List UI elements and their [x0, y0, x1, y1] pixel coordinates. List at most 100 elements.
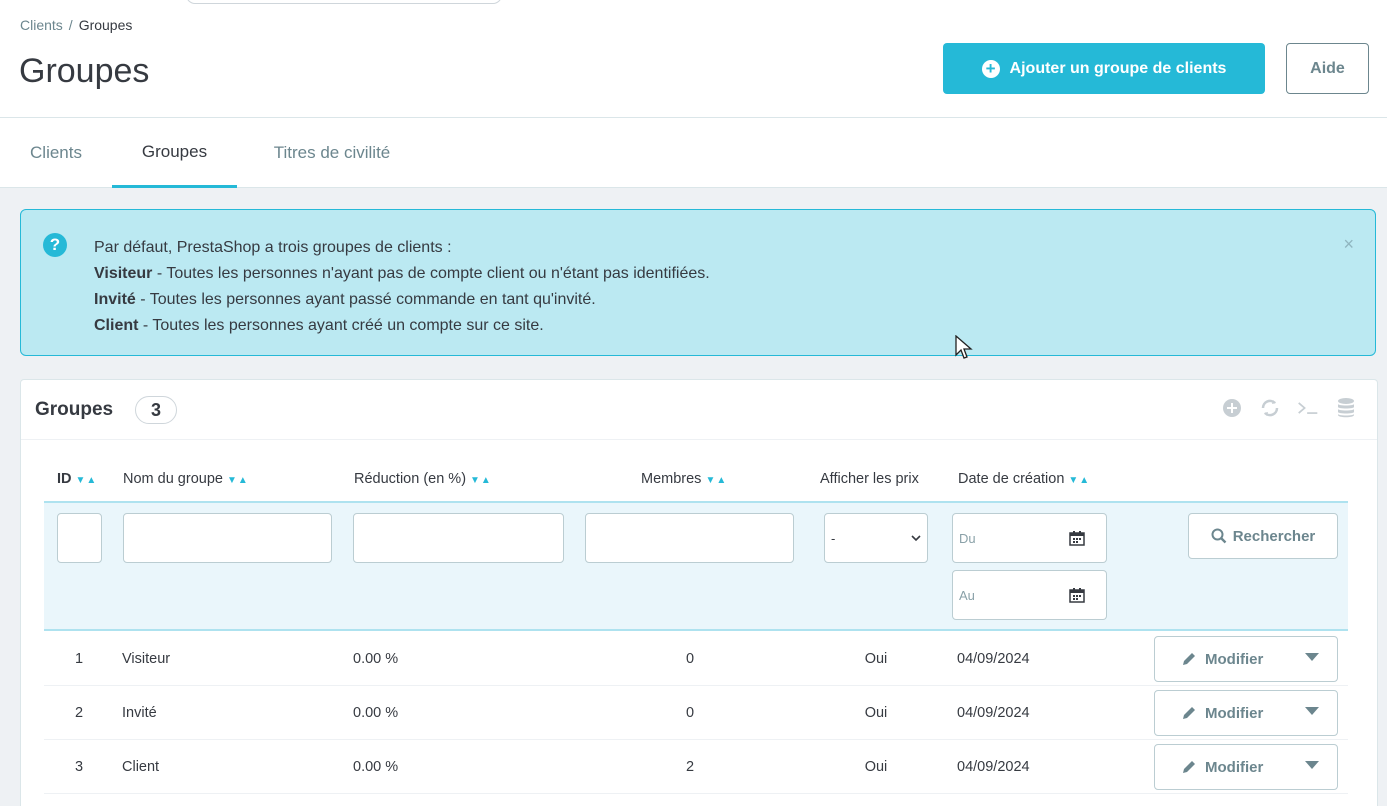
sort-icon[interactable]: ▼▲	[705, 475, 727, 486]
column-header-name: Nom du groupe ▼▲	[123, 471, 249, 487]
alert-text: - Toutes les personnes n'ayant pas de co…	[152, 265, 710, 282]
cell-id: 2	[75, 705, 84, 721]
panel-title: Groupes	[35, 399, 114, 420]
add-circle-icon[interactable]	[1221, 397, 1243, 419]
alert-term: Client	[94, 317, 139, 334]
sort-icon[interactable]: ▼▲	[227, 475, 249, 486]
calendar-icon[interactable]	[1047, 570, 1107, 620]
alert-intro: Par défaut, PrestaShop a trois groupes d…	[94, 239, 452, 256]
question-circle-icon: ?	[43, 233, 67, 257]
edit-label: Modifier	[1205, 650, 1264, 668]
alert-term: Visiteur	[94, 265, 153, 282]
cell-name: Visiteur	[122, 651, 171, 667]
cell-name: Client	[122, 759, 160, 775]
alert-term: Invité	[94, 291, 136, 308]
search-icon	[1211, 528, 1227, 544]
group-count-badge: 3	[135, 396, 177, 424]
cell-show-prices: Oui	[864, 705, 888, 721]
tabs-bar: Clients Groupes Titres de civilité	[0, 118, 1387, 188]
cell-id: 1	[75, 651, 84, 667]
alert-line-customer: Client - Toutes les personnes ayant créé…	[94, 313, 710, 339]
filter-date-from-input[interactable]: Du	[952, 513, 1048, 563]
pencil-icon	[1183, 707, 1195, 719]
alert-line-visitor: Visiteur - Toutes les personnes n'ayant …	[94, 261, 710, 287]
edit-button[interactable]: Modifier	[1154, 744, 1338, 790]
edit-label: Modifier	[1205, 758, 1264, 776]
caret-down-icon[interactable]	[1305, 761, 1319, 769]
column-header-members: Membres ▼▲	[641, 471, 727, 487]
edit-label: Modifier	[1205, 704, 1264, 722]
filter-name-input[interactable]	[123, 513, 332, 563]
sort-icon[interactable]: ▼▲	[470, 475, 492, 486]
breadcrumb-current: Groupes	[78, 17, 133, 33]
sort-icon[interactable]: ▼▲	[1068, 475, 1090, 486]
filter-members-input[interactable]	[585, 513, 794, 563]
table-row: 3 Client 0.00 % 2 Oui 04/09/2024 Modifie…	[44, 740, 1348, 794]
cell-date: 04/09/2024	[957, 651, 1030, 667]
info-alert: ? × Par défaut, PrestaShop a trois group…	[20, 209, 1376, 356]
pencil-icon	[1183, 761, 1195, 773]
close-icon[interactable]: ×	[1343, 234, 1354, 255]
refresh-icon[interactable]	[1259, 397, 1281, 419]
cell-members: 0	[685, 651, 695, 667]
cell-date: 04/09/2024	[957, 759, 1030, 775]
column-header-date: Date de création ▼▲	[958, 471, 1090, 487]
cell-name: Invité	[122, 705, 157, 721]
panel-heading: Groupes 3	[21, 380, 1377, 440]
tab-titles[interactable]: Titres de civilité	[237, 118, 427, 188]
cell-show-prices: Oui	[864, 651, 888, 667]
caret-down-icon[interactable]	[1305, 653, 1319, 661]
edit-button[interactable]: Modifier	[1154, 690, 1338, 736]
breadcrumb-parent[interactable]: Clients	[20, 17, 63, 33]
cell-date: 04/09/2024	[957, 705, 1030, 721]
edit-label-wrap: Modifier	[1181, 705, 1263, 722]
calendar-icon[interactable]	[1047, 513, 1107, 563]
search-button-label: Rechercher	[1232, 527, 1316, 545]
column-header-reduction: Réduction (en %) ▼▲	[354, 471, 492, 487]
table-row: 1 Visiteur 0.00 % 0 Oui 04/09/2024 Modif…	[44, 632, 1348, 686]
filter-id-input[interactable]	[57, 513, 102, 563]
chevron-down-icon	[911, 534, 921, 541]
sort-icon[interactable]: ▼▲	[76, 475, 98, 486]
alert-line-guest: Invité - Toutes les personnes ayant pass…	[94, 287, 710, 313]
cell-show-prices: Oui	[864, 759, 888, 775]
pencil-icon	[1183, 653, 1195, 665]
edit-label-wrap: Modifier	[1181, 651, 1263, 668]
table-row: 2 Invité 0.00 % 0 Oui 04/09/2024 Modifie…	[44, 686, 1348, 740]
sql-terminal-icon[interactable]	[1297, 397, 1319, 419]
cell-reduction: 0.00 %	[353, 759, 399, 775]
column-label: ID	[57, 471, 72, 487]
panel-toolbar	[1221, 397, 1357, 419]
add-circle-icon: +	[981, 59, 1000, 78]
filter-reduction-input[interactable]	[353, 513, 564, 563]
column-label: Afficher les prix	[820, 471, 919, 487]
search-button[interactable]: Rechercher	[1188, 513, 1338, 559]
breadcrumb-separator: /	[68, 17, 73, 33]
page-title: Groupes	[19, 52, 150, 90]
filter-date-to-input[interactable]: Au	[952, 570, 1048, 620]
edit-label-wrap: Modifier	[1181, 759, 1263, 776]
database-icon[interactable]	[1335, 397, 1357, 419]
help-button[interactable]: Aide	[1286, 43, 1369, 94]
edit-button[interactable]: Modifier	[1154, 636, 1338, 682]
column-label: Membres	[641, 471, 702, 487]
filter-show-prices-select[interactable]: -	[824, 513, 928, 563]
breadcrumb: Clients / Groupes	[20, 17, 132, 33]
mouse-cursor-icon	[955, 335, 973, 359]
tab-groups[interactable]: Groupes	[112, 118, 237, 188]
caret-down-icon[interactable]	[1305, 707, 1319, 715]
add-customer-group-button[interactable]: + Ajouter un groupe de clients	[943, 43, 1265, 94]
cell-id: 3	[75, 759, 84, 775]
tab-clients[interactable]: Clients	[0, 118, 112, 188]
column-label: Réduction (en %)	[354, 471, 467, 487]
column-label: Date de création	[958, 471, 1065, 487]
page-header: Clients / Groupes Groupes + Ajouter un gro…	[0, 0, 1387, 118]
add-customer-group-label: Ajouter un groupe de clients	[1009, 59, 1227, 77]
column-label: Nom du groupe	[123, 471, 223, 487]
column-header-show-prices: Afficher les prix	[820, 471, 919, 487]
column-header-id: ID ▼▲	[57, 471, 97, 487]
cell-reduction: 0.00 %	[353, 705, 399, 721]
cell-members: 2	[685, 759, 695, 775]
alert-body: Par défaut, PrestaShop a trois groupes d…	[94, 235, 710, 339]
top-search-input[interactable]	[186, 0, 502, 4]
